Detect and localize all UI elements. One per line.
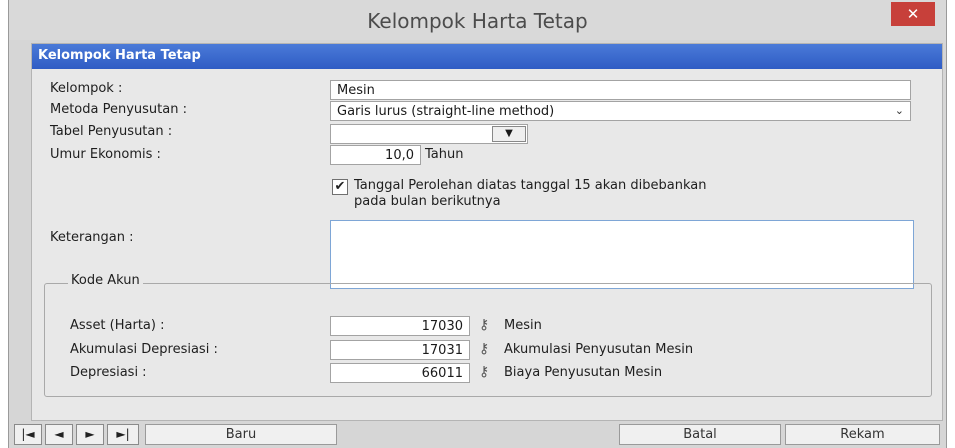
asset-harta-code-input[interactable]: 17030 [330,316,470,336]
first-record-icon: |◄ [21,427,35,441]
dropdown-arrow-icon[interactable]: ▼ [492,126,526,142]
previous-record-button[interactable]: ◄ [45,424,73,445]
keterangan-textarea[interactable] [330,220,914,289]
depresiasi-label: Depresiasi : [70,365,147,380]
panel-header-title: Kelompok Harta Tetap [38,48,201,63]
panel-header: Kelompok Harta Tetap [32,44,942,69]
chevron-down-icon[interactable]: ⌄ [895,102,904,119]
tabel-penyusutan-label: Tabel Penyusutan : [50,124,173,139]
next-record-icon: ► [85,427,95,441]
depresiasi-code-input[interactable]: 66011 [330,363,470,383]
previous-record-icon: ◄ [54,427,64,441]
metoda-penyusutan-label: Metoda Penyusutan : [50,102,187,117]
depresiasi-account-name: Biaya Penyusutan Mesin [504,365,663,380]
baru-button[interactable]: Baru [145,424,337,445]
metoda-penyusutan-select[interactable]: Garis lurus (straight-line method) ⌄ [330,101,911,121]
lookup-key-icon[interactable]: ⚷ [479,317,489,333]
form-panel: Kelompok Harta Tetap Kelompok : Mesin Me… [31,43,943,421]
title-bar: Kelompok Harta Tetap ✕ [9,0,946,40]
tanggal-perolehan-label-line2: pada bulan berikutnya [354,194,501,209]
keterangan-label: Keterangan : [50,230,134,245]
metoda-penyusutan-value: Garis lurus (straight-line method) [337,104,555,119]
last-record-button[interactable]: ►| [107,424,139,445]
akumulasi-depresiasi-account-name: Akumulasi Penyusutan Mesin [504,342,694,357]
batal-button[interactable]: Batal [619,424,781,445]
kelompok-input[interactable]: Mesin [330,80,911,100]
akumulasi-depresiasi-label: Akumulasi Depresiasi : [70,342,218,357]
dialog-window: Kelompok Harta Tetap ✕ Kelompok Harta Te… [8,0,947,448]
window-title: Kelompok Harta Tetap [367,9,588,33]
umur-ekonomis-label: Umur Ekonomis : [50,147,161,162]
tanggal-perolehan-checkbox[interactable]: ✔ [332,179,348,195]
asset-harta-account-name: Mesin [504,318,542,333]
lookup-key-icon[interactable]: ⚷ [479,364,489,380]
umur-unit-label: Tahun [425,147,464,162]
akumulasi-depresiasi-code-input[interactable]: 17031 [330,340,470,360]
tanggal-perolehan-label-line1: Tanggal Perolehan diatas tanggal 15 akan… [354,178,707,193]
close-button[interactable]: ✕ [891,2,935,26]
tabel-penyusutan-select[interactable]: ▼ [330,124,528,144]
umur-ekonomis-input[interactable]: 10,0 [330,145,421,165]
last-record-icon: ►| [116,427,130,441]
lookup-key-icon[interactable]: ⚷ [479,341,489,357]
kelompok-label: Kelompok : [50,81,123,96]
first-record-button[interactable]: |◄ [14,424,42,445]
asset-harta-label: Asset (Harta) : [70,318,165,333]
kode-akun-legend: Kode Akun [68,273,143,288]
navigation-bar: |◄ ◄ ► ►| Baru Batal Rekam [9,421,946,448]
next-record-button[interactable]: ► [76,424,104,445]
rekam-button[interactable]: Rekam [785,424,940,445]
